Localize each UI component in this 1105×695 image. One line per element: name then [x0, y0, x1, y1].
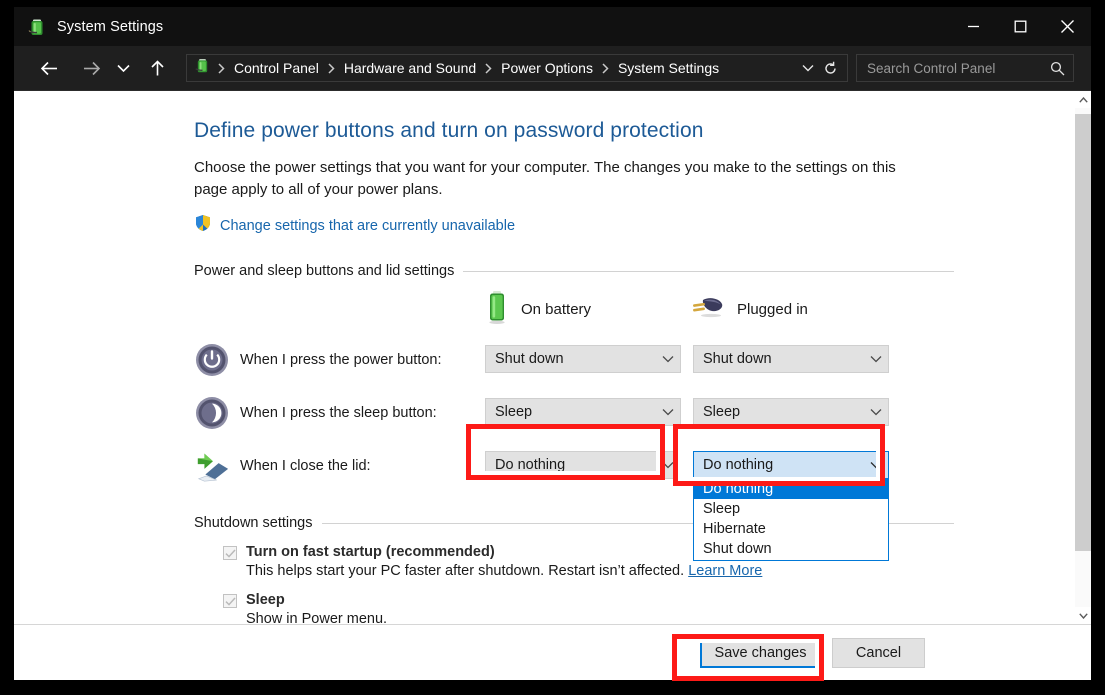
fast-startup-description: This helps start your PC faster after sh…	[246, 563, 954, 579]
power-plug-icon	[691, 294, 725, 325]
learn-more-link[interactable]: Learn More	[688, 563, 762, 579]
search-icon[interactable]	[1050, 61, 1065, 76]
close-lid-plugged-in-select[interactable]: Do nothing	[693, 451, 889, 480]
page-description: Choose the power settings that you want …	[194, 159, 896, 199]
column-header-on-battery: On battery	[485, 287, 591, 331]
back-button[interactable]	[34, 53, 64, 83]
dropdown-option-hibernate[interactable]: Hibernate	[694, 519, 888, 539]
breadcrumb-item-power-options[interactable]: Power Options	[499, 60, 595, 76]
settings-pane: Define power buttons and turn on passwor…	[14, 91, 1074, 624]
address-bar: Control Panel Hardware and Sound Power O…	[14, 46, 1091, 91]
sleep-button-plugged-in-select[interactable]: Sleep	[693, 398, 889, 427]
maximize-button[interactable]	[997, 7, 1044, 46]
breadcrumb-item-control-panel[interactable]: Control Panel	[232, 60, 321, 76]
sleep-setting-label: Sleep	[246, 592, 285, 609]
fast-startup-description-text: This helps start your PC faster after sh…	[246, 563, 689, 580]
dropdown-option-shut-down[interactable]: Shut down	[694, 539, 888, 559]
search-placeholder: Search Control Panel	[867, 60, 996, 76]
shutdown-section-title: Shutdown settings	[194, 515, 313, 532]
close-lid-icon	[194, 448, 230, 484]
sleep-setting-description: Show in Power menu.	[246, 611, 388, 624]
chevron-down-icon	[662, 355, 674, 363]
row-close-lid-label: When I close the lid:	[240, 457, 371, 474]
cancel-button[interactable]: Cancel	[832, 637, 925, 668]
forward-button[interactable]	[76, 53, 106, 83]
breadcrumb-separator	[211, 62, 232, 74]
scrollbar-track[interactable]	[1075, 108, 1091, 607]
title-bar: System Settings	[14, 7, 1091, 46]
change-settings-link[interactable]: Change settings that are currently unava…	[194, 214, 954, 237]
chevron-down-icon[interactable]	[112, 53, 134, 83]
row-close-lid: When I close the lid: Do nothing Do noth…	[194, 439, 954, 562]
breadcrumb-item-system-settings[interactable]: System Settings	[616, 60, 721, 76]
search-input[interactable]: Search Control Panel	[856, 54, 1074, 82]
close-button[interactable]	[1044, 7, 1091, 46]
system-settings-window: System Settings Control Panel Hardware a…	[14, 7, 1091, 680]
power-button-plugged-in-value: Shut down	[703, 351, 772, 368]
column-header-plugged-in: Plugged in	[691, 287, 808, 331]
divider	[463, 270, 954, 272]
breadcrumb-item-hardware-and-sound[interactable]: Hardware and Sound	[342, 60, 478, 76]
chevron-down-icon[interactable]	[797, 56, 819, 80]
dropdown-option-sleep[interactable]: Sleep	[694, 499, 888, 519]
shield-icon	[194, 214, 212, 237]
power-settings-rows: When I press the power button: Shut down…	[194, 333, 954, 562]
close-lid-dropdown-options[interactable]: Do nothing Sleep Hibernate Shut down	[693, 479, 889, 562]
change-settings-link-text[interactable]: Change settings that are currently unava…	[220, 218, 515, 234]
chevron-down-icon	[662, 461, 674, 469]
column-headers: On battery Plugged in	[194, 287, 954, 331]
power-section-title: Power and sleep buttons and lid settings	[194, 263, 455, 280]
scroll-up-button[interactable]	[1075, 91, 1091, 108]
close-lid-plugged-in-value: Do nothing	[703, 457, 774, 474]
scroll-down-button[interactable]	[1075, 607, 1091, 624]
column-header-on-battery-label: On battery	[521, 300, 592, 318]
breadcrumb-separator	[595, 62, 616, 74]
breadcrumb-separator	[478, 62, 499, 74]
row-sleep-button: When I press the sleep button: Sleep Sle…	[194, 386, 954, 439]
scrollbar-thumb[interactable]	[1075, 114, 1091, 551]
fast-startup-checkbox[interactable]	[223, 546, 237, 561]
close-lid-on-battery-value: Do nothing	[495, 457, 566, 474]
chevron-down-icon	[870, 408, 882, 416]
power-button-plugged-in-select[interactable]: Shut down	[693, 345, 889, 374]
minimize-button[interactable]	[950, 7, 997, 46]
refresh-icon[interactable]	[819, 56, 841, 80]
dialog-footer: Save changes Cancel	[14, 624, 1091, 680]
close-lid-on-battery-select[interactable]: Do nothing	[485, 451, 681, 480]
chevron-down-icon	[870, 355, 882, 363]
row-power-button-label: When I press the power button:	[240, 351, 442, 368]
chevron-down-icon	[870, 461, 882, 469]
fast-startup-label: Turn on fast startup (recommended)	[246, 544, 495, 561]
power-button-on-battery-select[interactable]: Shut down	[485, 345, 681, 374]
chevron-down-icon	[662, 408, 674, 416]
sleep-button-plugged-in-value: Sleep	[703, 404, 741, 421]
sleep-checkbox[interactable]	[223, 594, 237, 609]
breadcrumb-root-icon	[194, 57, 211, 79]
page-body: Define power buttons and turn on passwor…	[194, 91, 954, 624]
row-sleep-button-label: When I press the sleep button:	[240, 404, 437, 421]
battery-icon	[485, 289, 509, 330]
sleep-button-on-battery-select[interactable]: Sleep	[485, 398, 681, 427]
window-title: System Settings	[57, 18, 164, 35]
dropdown-option-do-nothing[interactable]: Do nothing	[694, 479, 888, 500]
sleep-button-on-battery-value: Sleep	[495, 404, 533, 421]
window-controls	[950, 7, 1091, 46]
power-button-icon	[194, 342, 230, 378]
up-button[interactable]	[142, 53, 172, 83]
screenshot-root: System Settings Control Panel Hardware a…	[0, 0, 1105, 695]
breadcrumb-separator	[321, 62, 342, 74]
content-area: Define power buttons and turn on passwor…	[14, 91, 1091, 624]
power-section-header: Power and sleep buttons and lid settings	[194, 263, 954, 279]
battery-plug-icon	[27, 17, 47, 37]
row-power-button: When I press the power button: Shut down…	[194, 333, 954, 386]
page-title: Define power buttons and turn on passwor…	[194, 119, 704, 142]
breadcrumb[interactable]: Control Panel Hardware and Sound Power O…	[186, 54, 848, 82]
column-header-plugged-in-label: Plugged in	[737, 300, 808, 318]
vertical-scrollbar[interactable]	[1074, 91, 1091, 624]
power-button-on-battery-value: Shut down	[495, 351, 564, 368]
save-changes-button[interactable]: Save changes	[700, 637, 821, 668]
sleep-button-icon	[194, 395, 230, 431]
checkbox-row-sleep[interactable]: Sleep	[194, 592, 954, 609]
